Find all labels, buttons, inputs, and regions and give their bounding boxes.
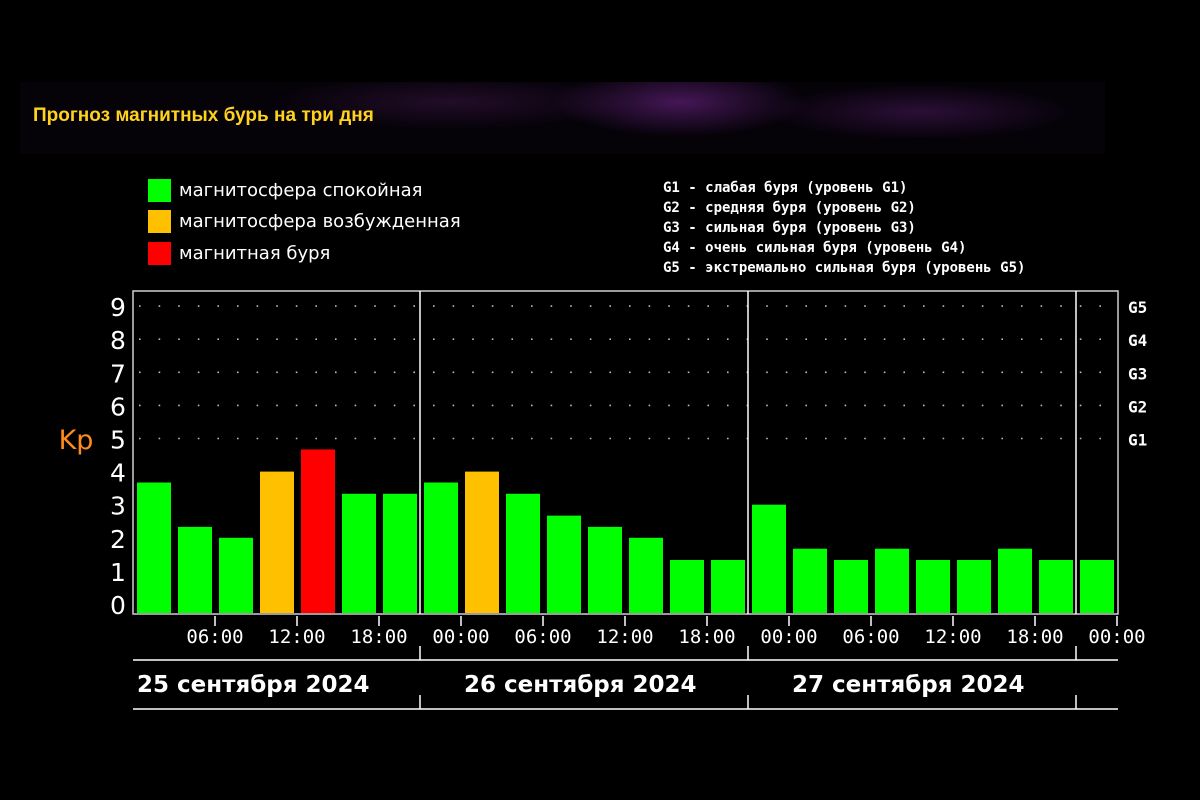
kp-bar <box>1039 559 1073 613</box>
kp-bar <box>219 537 253 613</box>
kp-bar <box>137 482 171 613</box>
x-tick-label: 06:00 <box>186 626 243 648</box>
x-tick-label: 12:00 <box>268 626 325 648</box>
x-tick-label: 06:00 <box>842 626 899 648</box>
kp-bar <box>916 559 950 613</box>
y-tick-label: 8 <box>110 326 126 355</box>
kp-bar <box>793 548 827 613</box>
kp-bar <box>875 548 909 613</box>
x-tick-label: 18:00 <box>350 626 407 648</box>
y-tick-label: 7 <box>110 359 126 388</box>
y-tick-label: 4 <box>110 459 126 488</box>
kp-bar <box>957 559 991 613</box>
kp-bar <box>506 493 540 613</box>
y-tick-label: 5 <box>110 426 126 455</box>
kp-bar <box>752 504 786 613</box>
x-tick-label: 00:00 <box>1088 626 1145 648</box>
g-level-label: G1 <box>1128 431 1147 450</box>
kp-bar <box>670 559 704 613</box>
y-axis-label: Kp <box>59 425 94 456</box>
x-tick-label: 18:00 <box>1006 626 1063 648</box>
kp-bar <box>711 559 745 613</box>
kp-bar <box>629 537 663 613</box>
kp-bar <box>342 493 376 613</box>
kp-bar-chart: 0 1 2 3 4 5 6 7 8 9 Kp G1 G2 G3 G4 G5 06:00 12:00 18:00 00:… <box>59 290 1147 710</box>
y-tick-label: 3 <box>110 492 126 521</box>
kp-bar <box>588 526 622 613</box>
x-tick-label: 06:00 <box>514 626 571 648</box>
y-tick-label: 9 <box>110 293 126 322</box>
kp-bar <box>1080 559 1114 613</box>
kp-bar <box>465 471 499 613</box>
x-tick-label: 12:00 <box>596 626 653 648</box>
kp-bar <box>383 493 417 613</box>
day-label: 25 сентября 2024 <box>137 672 370 698</box>
y-tick-label: 1 <box>110 558 126 587</box>
x-tick-label: 18:00 <box>678 626 735 648</box>
x-tick-label: 00:00 <box>432 626 489 648</box>
kp-bar <box>998 548 1032 613</box>
g-level-label: G2 <box>1128 397 1147 416</box>
kp-bar <box>547 515 581 613</box>
x-tick-label: 12:00 <box>924 626 981 648</box>
g-level-label: G4 <box>1128 331 1147 350</box>
g-level-label: G5 <box>1128 298 1147 317</box>
x-tick-label: 00:00 <box>760 626 817 648</box>
g-level-label: G3 <box>1128 364 1147 383</box>
day-label: 26 сентября 2024 <box>464 672 697 698</box>
y-tick-label: 2 <box>110 525 126 554</box>
kp-bar <box>178 526 212 613</box>
kp-bar <box>834 559 868 613</box>
kp-bar <box>301 449 335 613</box>
day-label: 27 сентября 2024 <box>792 672 1025 698</box>
y-tick-label: 0 <box>110 591 126 620</box>
kp-bar <box>260 471 294 613</box>
kp-bar <box>424 482 458 613</box>
y-tick-label: 6 <box>110 392 126 421</box>
